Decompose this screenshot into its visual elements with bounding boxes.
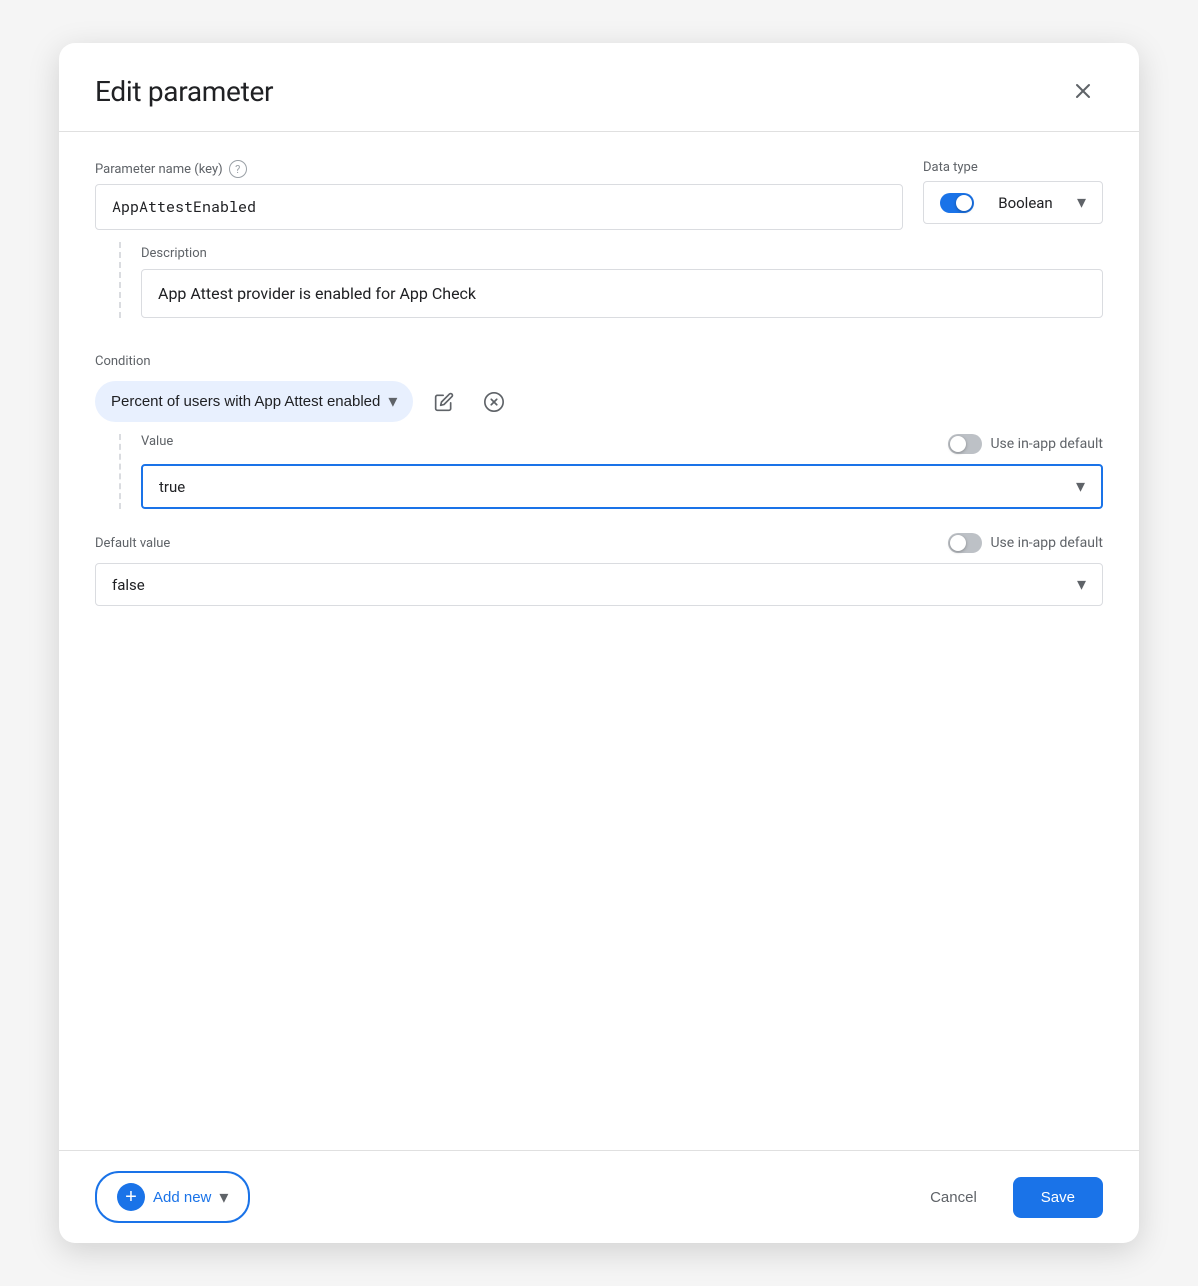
default-use-in-app-default-label: Use in-app default	[990, 535, 1103, 551]
condition-value-section: Value Use in-app default true ▾	[119, 434, 1103, 509]
data-type-select[interactable]: Boolean ▾	[923, 181, 1103, 224]
condition-section: Condition Percent of users with App Atte…	[95, 346, 1103, 509]
remove-condition-button[interactable]	[475, 383, 513, 421]
use-in-app-default-toggle[interactable]: Use in-app default	[948, 434, 1103, 454]
default-value-select[interactable]: false ▾	[95, 563, 1103, 606]
value-select-text: true	[159, 478, 185, 496]
parameter-name-input[interactable]	[95, 184, 903, 230]
parameter-name-row: Parameter name (key) ? Data type Boolean…	[95, 160, 1103, 230]
add-new-label: Add new	[153, 1189, 211, 1206]
pencil-icon	[434, 392, 454, 412]
default-value-select-text: false	[112, 576, 145, 594]
condition-label: Condition	[95, 354, 1103, 369]
default-value-row: Default value Use in-app default	[95, 533, 1103, 553]
edit-parameter-dialog: Edit parameter Parameter name (key) ? Da…	[59, 43, 1139, 1243]
condition-row: Percent of users with App Attest enabled…	[95, 381, 1103, 422]
default-value-section: Default value Use in-app default false ▾	[95, 533, 1103, 606]
use-default-toggle-track	[948, 434, 982, 454]
use-in-app-default-label: Use in-app default	[990, 436, 1103, 452]
condition-chip-arrow-icon: ▾	[388, 391, 397, 412]
value-label: Value	[141, 434, 173, 449]
circle-x-icon	[483, 391, 505, 413]
data-type-group: Data type Boolean ▾	[923, 160, 1103, 224]
description-input[interactable]	[141, 269, 1103, 318]
dialog-footer: + Add new ▾ Cancel Save	[59, 1150, 1139, 1243]
dialog-body: Parameter name (key) ? Data type Boolean…	[59, 132, 1139, 1150]
close-button[interactable]	[1063, 71, 1103, 111]
footer-right: Cancel Save	[910, 1177, 1103, 1218]
condition-chip[interactable]: Percent of users with App Attest enabled…	[95, 381, 413, 422]
default-use-in-app-default-toggle[interactable]: Use in-app default	[948, 533, 1103, 553]
cancel-button[interactable]: Cancel	[910, 1179, 997, 1216]
help-icon[interactable]: ?	[229, 160, 247, 178]
value-select[interactable]: true ▾	[141, 464, 1103, 509]
dialog-header: Edit parameter	[59, 43, 1139, 132]
add-new-button[interactable]: + Add new ▾	[95, 1171, 250, 1223]
edit-condition-button[interactable]	[425, 383, 463, 421]
value-row: Value Use in-app default	[141, 434, 1103, 454]
close-icon	[1071, 79, 1095, 103]
data-type-chevron-icon: ▾	[1077, 192, 1086, 213]
default-value-label: Default value	[95, 536, 170, 551]
description-label: Description	[141, 246, 1103, 261]
description-section: Description	[119, 242, 1103, 318]
condition-chip-text: Percent of users with App Attest enabled	[111, 393, 380, 410]
data-type-value: Boolean	[998, 194, 1053, 212]
save-button[interactable]: Save	[1013, 1177, 1103, 1218]
default-use-default-toggle-track	[948, 533, 982, 553]
value-select-chevron-icon: ▾	[1076, 476, 1085, 497]
dialog-title: Edit parameter	[95, 75, 273, 108]
default-value-select-chevron-icon: ▾	[1077, 574, 1086, 595]
parameter-name-group: Parameter name (key) ?	[95, 160, 903, 230]
add-new-chevron-icon: ▾	[219, 1187, 228, 1208]
data-type-label: Data type	[923, 160, 1103, 175]
boolean-toggle-icon	[940, 193, 974, 213]
add-new-plus-icon: +	[117, 1183, 145, 1211]
parameter-name-label: Parameter name (key) ?	[95, 160, 903, 178]
